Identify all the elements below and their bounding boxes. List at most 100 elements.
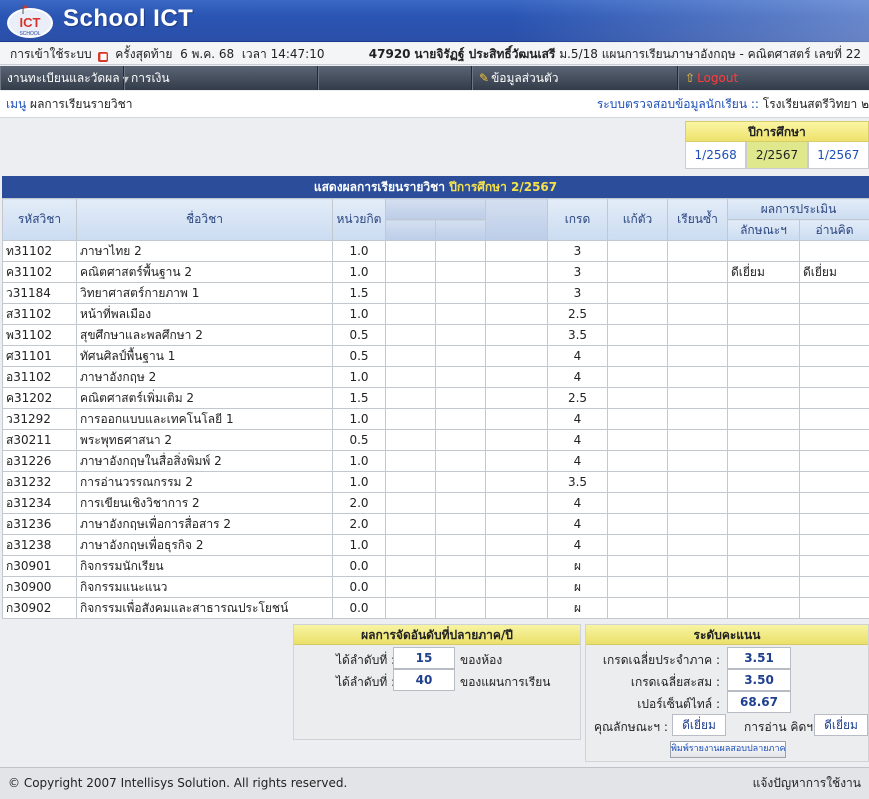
table-row: พ31102 สุขศึกษาและพลศึกษา 2 0.5 3.5 (2, 324, 869, 346)
cell-empty (435, 303, 486, 325)
cell-retake (667, 513, 728, 535)
cell-credit: 1.5 (332, 282, 386, 304)
school-name: โรงเรียนสตรีวิทยา ๒ (762, 97, 869, 111)
cell-trait (727, 387, 800, 409)
cell-grade: 2.5 (547, 303, 608, 325)
cell-read (799, 345, 869, 367)
cell-trait (727, 303, 800, 325)
cell-retake (667, 576, 728, 598)
cell-empty (435, 366, 486, 388)
cell-fix (607, 429, 668, 451)
cell-credit: 1.0 (332, 366, 386, 388)
session-info-bar: การเข้าใช้ระบบ ■ ครั้งสุดท้าย 6 พ.ค. 68 … (0, 43, 869, 65)
cell-read (799, 303, 869, 325)
cell-fix (607, 597, 668, 619)
year-option-1-2568[interactable]: 1/2568 (685, 142, 747, 169)
cell-code: ว31292 (2, 408, 77, 430)
cell-fix (607, 366, 668, 388)
table-row: อ31238 ภาษาอังกฤษเพื่อธุรกิจ 2 1.0 4 (2, 534, 869, 556)
cell-grade: ผ (547, 555, 608, 577)
cell-fix (607, 324, 668, 346)
cell-grade: 4 (547, 513, 608, 535)
page-title: ผลการเรียนรายวิชา (30, 97, 133, 111)
cell-name: การออกแบบและเทคโนโลยี 1 (76, 408, 333, 430)
gpa-term-value: 3.51 (727, 647, 791, 669)
cell-credit: 0.0 (332, 597, 386, 619)
cell-empty (385, 282, 436, 304)
cell-grade: 2.5 (547, 387, 608, 409)
system-label: ระบบตรวจสอบข้อมูลนักเรียน :: (596, 97, 759, 111)
cell-name: ภาษาอังกฤษเพื่อการสื่อสาร 2 (76, 513, 333, 535)
cell-trait (727, 240, 800, 262)
status-dot-icon: ■ (98, 52, 109, 62)
year-option-1-2567[interactable]: 1/2567 (807, 142, 869, 169)
rank-plan-suffix: ของแผนการเรียน (460, 675, 551, 689)
cell-empty (385, 513, 436, 535)
cell-read (799, 387, 869, 409)
cell-grade: 3 (547, 240, 608, 262)
app-header: ICT SCHOOL School ICT (0, 0, 869, 42)
cell-trait (727, 429, 800, 451)
cell-retake (667, 492, 728, 514)
table-row: ค31102 คณิตศาสตร์พื้นฐาน 2 1.0 3 ดีเยี่ยม ดีเ… (2, 261, 869, 283)
menu-empty-slot (318, 66, 472, 90)
cell-empty (485, 303, 548, 325)
cell-credit: 1.0 (332, 240, 386, 262)
cell-retake (667, 555, 728, 577)
cell-retake (667, 387, 728, 409)
cell-code: ก30902 (2, 597, 77, 619)
cell-name: ภาษาอังกฤษในสื่อสิ่งพิมพ์ 2 (76, 450, 333, 472)
cell-empty (485, 597, 548, 619)
cell-code: ส31102 (2, 303, 77, 325)
cell-empty (485, 408, 548, 430)
menu-finance[interactable]: การเงิน (124, 66, 318, 90)
cell-empty (485, 261, 548, 283)
cell-empty (435, 240, 486, 262)
school-ict-logo[interactable]: ICT SCHOOL (6, 3, 54, 39)
trait-value: ดีเยี่ยม (672, 714, 726, 736)
time-label: เวลา (241, 47, 267, 61)
cell-read (799, 513, 869, 535)
menu-logout[interactable]: ⇧ Logout (678, 66, 869, 90)
rank-panel: ผลการจัดอันดับที่ปลายภาค/ปี ได้ลำดับที่ … (293, 624, 581, 740)
col-header-blank (385, 198, 486, 220)
trait-label: คุณลักษณะฯ : (594, 720, 668, 734)
cell-read (799, 429, 869, 451)
cell-credit: 1.0 (332, 450, 386, 472)
cell-retake (667, 429, 728, 451)
cell-fix (607, 261, 668, 283)
cell-empty (385, 555, 436, 577)
score-panel: ระดับคะแนน เกรดเฉลี่ยประจำภาค : 3.51 เกร… (585, 624, 869, 762)
col-header-trait: ลักษณะฯ (727, 219, 800, 241)
cell-retake (667, 534, 728, 556)
cell-empty (385, 303, 436, 325)
breadcrumb-menu-link[interactable]: เมนู (6, 97, 26, 111)
cell-read (799, 576, 869, 598)
cell-credit: 1.0 (332, 471, 386, 493)
student-id: 47920 (368, 47, 411, 61)
menu-registration[interactable]: งานทะเบียนและวัดผล ▼ (0, 66, 129, 90)
last-login-time: 14:47:10 (270, 47, 325, 61)
cell-trait (727, 282, 800, 304)
col-header-fix: แก้ตัว (607, 198, 668, 241)
col-header-retake: เรียนซ้ำ (667, 198, 728, 241)
cell-name: กิจกรรมเพื่อสังคมและสาธารณประโยชน์ (76, 597, 333, 619)
col-header-eval: ผลการประเมิน (727, 198, 869, 220)
table-row: ท31102 ภาษาไทย 2 1.0 3 (2, 240, 869, 262)
cell-empty (435, 282, 486, 304)
last-login-date: 6 พ.ค. 68 (180, 47, 235, 61)
cell-code: อ31102 (2, 366, 77, 388)
report-problem-link[interactable]: แจ้งปัญหาการใช้งาน (753, 768, 861, 798)
cell-fix (607, 240, 668, 262)
last-login-label: ครั้งสุดท้าย (115, 47, 173, 61)
student-name: นายจิรัฏฐ์ ประสิทธิ์วัฒนเสรี (414, 47, 556, 61)
cell-retake (667, 261, 728, 283)
cell-name: คณิตศาสตร์เพิ่มเติม 2 (76, 387, 333, 409)
rank-room-value: 15 (393, 647, 455, 669)
print-report-button[interactable]: พิมพ์รายงานผลสอบปลายภาค (670, 741, 786, 758)
table-row: ก30901 กิจกรรมนักเรียน 0.0 ผ (2, 555, 869, 577)
cell-credit: 2.0 (332, 492, 386, 514)
cell-code: อ31232 (2, 471, 77, 493)
menu-profile[interactable]: ✎ ข้อมูลส่วนตัว (472, 66, 678, 90)
year-option-2-2567[interactable]: 2/2567 (746, 142, 808, 169)
